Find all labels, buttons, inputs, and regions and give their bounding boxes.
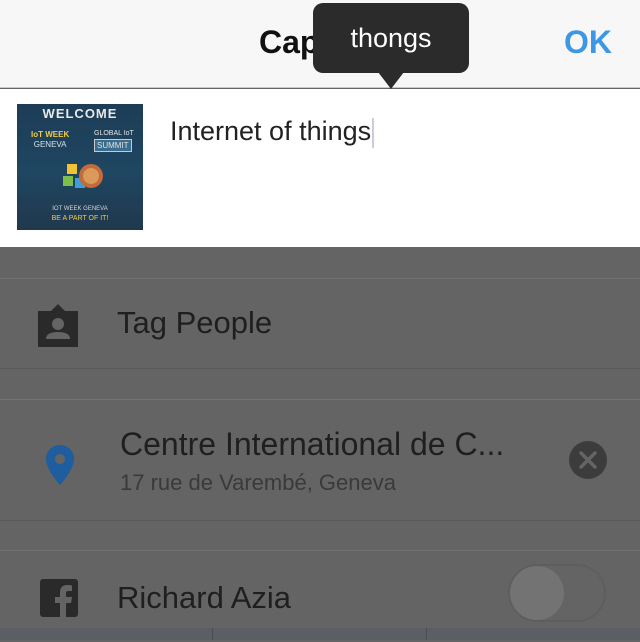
ok-button[interactable]: OK bbox=[564, 24, 612, 61]
caption-text-value: Internet of things bbox=[170, 116, 372, 146]
thumb-iot-line1: IoT WEEK bbox=[31, 130, 70, 139]
thumb-iot-week: IoT WEEK GENEVA bbox=[31, 130, 69, 150]
tag-people-row[interactable]: Tag People bbox=[0, 278, 640, 369]
caption-panel: WELCOME IoT WEEK GENEVA GLOBAL IoT SUMMI… bbox=[0, 89, 640, 247]
post-thumbnail: WELCOME IoT WEEK GENEVA GLOBAL IoT SUMMI… bbox=[17, 104, 143, 230]
facebook-account-name: Richard Azia bbox=[117, 580, 292, 615]
tag-people-label: Tag People bbox=[117, 305, 273, 340]
thumb-iot-line2: GENEVA bbox=[33, 140, 67, 149]
keyboard-divider bbox=[426, 628, 427, 640]
text-cursor bbox=[372, 117, 375, 148]
autocorrect-suggestion[interactable]: thongs bbox=[313, 3, 469, 89]
thumb-footer-line2: BE A PART OF IT! bbox=[51, 215, 109, 222]
location-pin-icon bbox=[46, 445, 74, 485]
toggle-knob bbox=[510, 566, 564, 620]
thumb-summit-text: SUMMIT bbox=[94, 139, 132, 152]
location-address: 17 rue de Varembé, Geneva bbox=[120, 470, 396, 495]
keyboard-top-edge bbox=[0, 628, 640, 640]
facebook-share-toggle[interactable] bbox=[508, 564, 606, 622]
page-title: Cap bbox=[259, 24, 320, 60]
thumb-welcome-text: WELCOME bbox=[42, 106, 118, 121]
thumb-logo-graphic bbox=[63, 164, 103, 188]
thumb-footer-line1: IOT WEEK GENEVA bbox=[52, 206, 108, 212]
caption-input[interactable]: Internet of things bbox=[170, 116, 375, 148]
close-circle-icon[interactable] bbox=[568, 440, 608, 480]
location-name: Centre International de C... bbox=[120, 426, 505, 462]
keyboard-divider bbox=[212, 628, 213, 640]
thumb-global-text: GLOBAL IoT bbox=[94, 130, 134, 137]
location-row[interactable]: Centre International de C... 17 rue de V… bbox=[0, 399, 640, 521]
thumb-footer: IOT WEEK GENEVA BE A PART OF IT! bbox=[17, 204, 143, 224]
facebook-icon bbox=[40, 579, 78, 617]
suggestion-text: thongs bbox=[350, 22, 432, 53]
person-tag-icon bbox=[38, 304, 78, 347]
